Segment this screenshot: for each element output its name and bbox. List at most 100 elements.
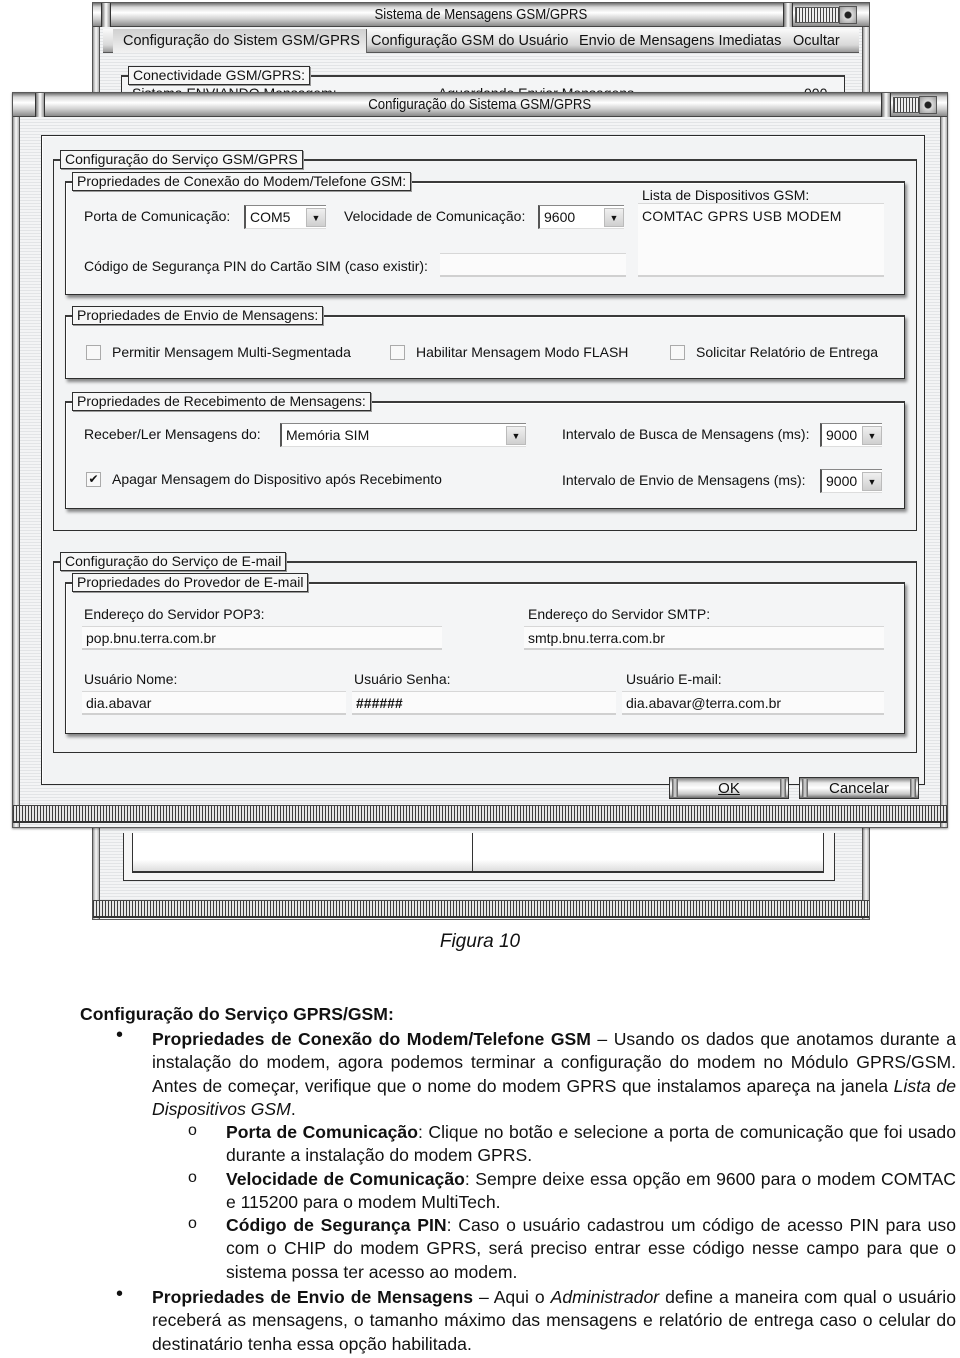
item-text-end: .: [290, 1098, 296, 1119]
dialog-bottom-spring: [13, 805, 947, 823]
item-connection-properties: Propriedades de Conexão do Modem/Telefon…: [152, 1028, 956, 1121]
password-input[interactable]: ######: [352, 691, 616, 715]
item-sending-properties: Propriedades de Envio de Mensagens – Aqu…: [152, 1286, 956, 1356]
chevron-down-icon[interactable]: ▼: [862, 472, 882, 491]
receiving-legend: Propriedades de Recebimento de Mensagens…: [72, 392, 371, 411]
chevron-down-icon[interactable]: ▼: [306, 208, 326, 227]
read-from-label: Receber/Ler Mensagens do:: [84, 426, 261, 442]
ok-button[interactable]: OK: [669, 777, 789, 799]
sub-bullet-icon: o: [188, 1122, 197, 1139]
multisegment-checkbox[interactable]: [86, 345, 101, 360]
titlebar-cap-icon: [35, 93, 45, 117]
device-list-label: Lista de Dispositivos GSM:: [642, 187, 810, 203]
ok-button-label: OK: [718, 780, 740, 797]
chevron-down-icon[interactable]: ▼: [506, 426, 526, 445]
dialog-left-rail: [12, 93, 20, 827]
subitem-term: Porta de Comunicação: [226, 1122, 418, 1142]
delete-after-label: Apagar Mensagem do Dispositivo após Rece…: [112, 471, 442, 487]
subitem-term: Velocidade de Comunicação: [226, 1169, 465, 1189]
figure-caption: Figura 10: [439, 931, 521, 952]
dialog-titlebar[interactable]: Configuração do Sistema GSM/GPRS: [13, 93, 947, 117]
receiving-group: Propriedades de Recebimento de Mensagens…: [65, 392, 905, 509]
status-cell-left: [132, 833, 472, 873]
speed-label: Velocidade de Comunicação:: [344, 208, 526, 224]
password-label: Usuário Senha:: [354, 671, 451, 687]
config-dialog: Configuração do Sistema GSM/GPRS Configu…: [12, 92, 948, 828]
chevron-down-icon[interactable]: ▼: [604, 208, 624, 227]
smtp-input[interactable]: smtp.bnu.terra.com.br: [524, 626, 884, 650]
item-text: – Aqui o: [473, 1287, 551, 1307]
email-input[interactable]: dia.abavar@terra.com.br: [622, 691, 884, 715]
status-cell-right: [472, 833, 824, 873]
minimize-spring-icon[interactable]: [795, 7, 841, 23]
fetch-interval-label: Intervalo de Busca de Mensagens (ms):: [562, 426, 810, 442]
delete-after-checkbox[interactable]: ✔: [86, 472, 101, 487]
multisegment-label: Permitir Mensagem Multi-Segmentada: [112, 344, 351, 360]
speed-select[interactable]: 9600 ▼: [538, 205, 624, 229]
send-interval-value: 9000: [826, 473, 858, 489]
item-term: Propriedades de Envio de Mensagens: [152, 1287, 473, 1307]
menu-tab-immediate-send[interactable]: Envio de Mensagens Imediatas: [579, 29, 781, 53]
main-window-bottom-spring: [93, 900, 869, 918]
delivery-report-checkbox[interactable]: [670, 345, 685, 360]
menu-tab-hide[interactable]: Ocultar: [793, 29, 840, 53]
pin-input[interactable]: [440, 253, 626, 277]
subitem-port: Porta de Comunicação: Clique no botão e …: [226, 1121, 956, 1168]
email-provider-group: Propriedades do Provedor de E-mail Ender…: [65, 573, 905, 734]
connectivity-legend: Conectividade GSM/GPRS:: [128, 66, 310, 85]
section-heading: Configuração do Serviço GPRS/GSM:: [80, 1004, 394, 1024]
pop3-label: Endereço do Servidor POP3:: [84, 606, 265, 622]
bullet-icon: •: [116, 1024, 124, 1046]
pop3-input[interactable]: pop.bnu.terra.com.br: [82, 626, 442, 650]
cancel-button[interactable]: Cancelar: [799, 777, 919, 799]
delivery-report-label: Solicitar Relatório de Entrega: [696, 344, 879, 360]
minimize-spring-icon[interactable]: [893, 97, 921, 113]
close-knob-icon[interactable]: [919, 96, 937, 114]
main-menubar: Configuração do Sistem GSM/GPRS Configur…: [103, 29, 859, 53]
email-service-legend: Configuração do Serviço de E-mail: [60, 552, 287, 571]
dialog-right-rail: [940, 93, 948, 827]
flash-mode-checkbox[interactable]: [390, 345, 405, 360]
sending-legend: Propriedades de Envio de Mensagens:: [72, 306, 324, 325]
main-window-title: Sistema de Mensagens GSM/GPRS: [374, 6, 588, 23]
chevron-down-icon[interactable]: ▼: [862, 426, 882, 445]
username-label: Usuário Nome:: [84, 671, 178, 687]
flash-mode-label: Habilitar Mensagem Modo FLASH: [416, 344, 629, 360]
menu-tab-system-config[interactable]: Configuração do Sistem GSM/GPRS: [113, 29, 367, 53]
subitem-pin: Código de Segurança PIN: Caso o usuário …: [226, 1214, 956, 1284]
device-list[interactable]: COMTAC GPRS USB MODEM: [638, 203, 884, 277]
username-input[interactable]: dia.abavar: [82, 691, 346, 715]
fetch-interval-select[interactable]: 9000 ▼: [820, 423, 882, 447]
port-value: COM5: [250, 209, 291, 225]
port-label: Porta de Comunicação:: [84, 208, 231, 224]
item-term: Propriedades de Conexão do Modem/Telefon…: [152, 1029, 591, 1049]
read-from-select[interactable]: Memória SIM ▼: [280, 423, 526, 447]
email-label: Usuário E-mail:: [626, 671, 722, 687]
titlebar-cap-icon: [881, 93, 891, 117]
gsm-service-legend: Configuração do Serviço GSM/GPRS: [60, 150, 303, 169]
port-select[interactable]: COM5 ▼: [244, 205, 326, 229]
cancel-button-label: Cancelar: [828, 780, 890, 797]
close-knob-icon[interactable]: [839, 6, 857, 24]
back-window-lower-panel: [123, 833, 835, 881]
item-emphasis: Administrador: [550, 1287, 660, 1307]
sub-bullet-icon: o: [188, 1215, 197, 1232]
dialog-title: Configuração do Sistema GSM/GPRS: [368, 96, 592, 113]
main-window-titlebar[interactable]: Sistema de Mensagens GSM/GPRS: [93, 3, 869, 27]
subitem-speed: Velocidade de Comunicação: Sempre deixe …: [226, 1168, 956, 1215]
titlebar-cap-icon: [101, 3, 111, 27]
send-interval-select[interactable]: 9000 ▼: [820, 469, 882, 493]
speed-value: 9600: [544, 209, 576, 225]
fetch-interval-value: 9000: [826, 427, 858, 443]
sending-group: Propriedades de Envio de Mensagens: Perm…: [65, 306, 905, 379]
connection-legend: Propriedades de Conexão do Modem/Telefon…: [72, 172, 412, 191]
read-from-value: Memória SIM: [286, 427, 370, 443]
connection-group: Propriedades de Conexão do Modem/Telefon…: [65, 172, 905, 295]
menu-tab-user-config[interactable]: Configuração GSM do Usuário: [371, 29, 568, 53]
sub-bullet-icon: o: [188, 1169, 197, 1186]
bullet-icon: •: [116, 1283, 124, 1305]
titlebar-cap-icon: [783, 3, 793, 27]
pin-label: Código de Segurança PIN do Cartão SIM (c…: [84, 258, 428, 274]
device-list-item[interactable]: COMTAC GPRS USB MODEM: [642, 208, 842, 224]
smtp-label: Endereço do Servidor SMTP:: [528, 606, 711, 622]
